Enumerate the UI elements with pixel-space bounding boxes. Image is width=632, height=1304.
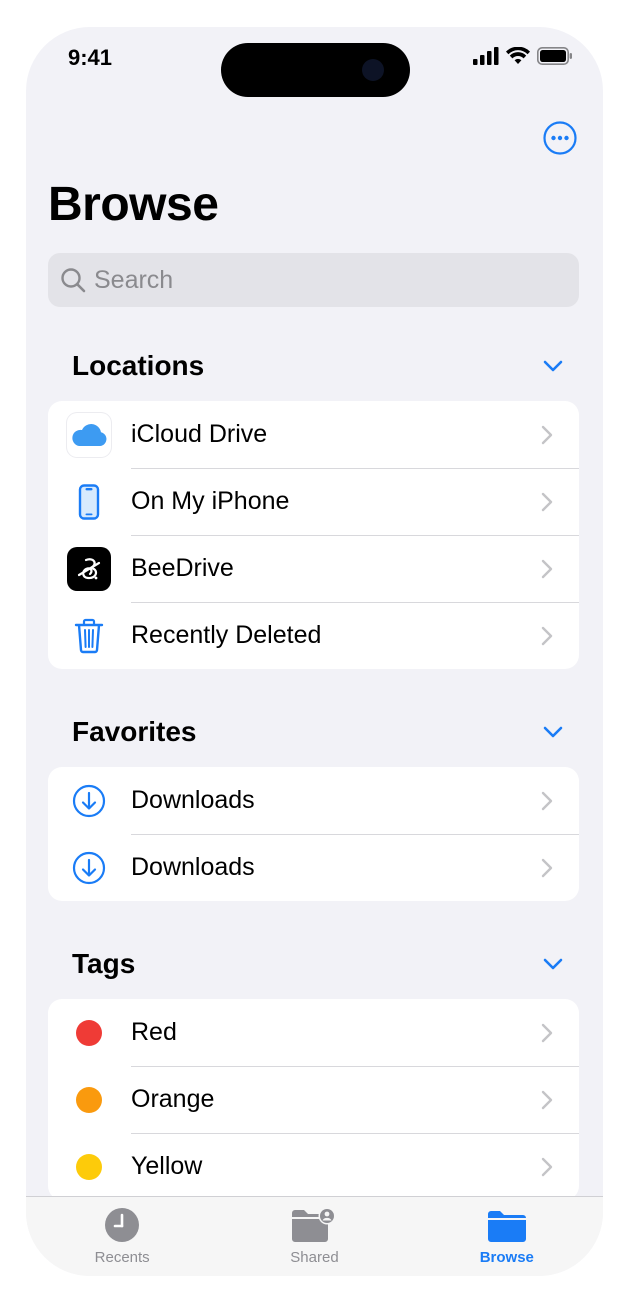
tab-label: Shared bbox=[290, 1249, 339, 1266]
section-title: Locations bbox=[72, 350, 205, 381]
iphone-icon bbox=[67, 480, 111, 524]
locations-list: iCloud Drive On My iPhone BeeDrive Recen… bbox=[48, 401, 579, 669]
chevron-right-icon bbox=[541, 791, 553, 810]
status-icons bbox=[473, 47, 573, 65]
icloud-icon bbox=[67, 412, 111, 457]
chevron-right-icon bbox=[541, 626, 553, 645]
wifi-icon bbox=[506, 47, 530, 64]
chevron-right-icon bbox=[541, 492, 553, 511]
search-placeholder: Search bbox=[94, 265, 174, 294]
row-label: Recently Deleted bbox=[131, 621, 322, 649]
section-title: Tags bbox=[72, 948, 136, 979]
tag-item-red[interactable]: Red bbox=[48, 999, 579, 1066]
page-title: Browse bbox=[48, 178, 219, 231]
chevron-right-icon bbox=[541, 559, 553, 578]
tags-list: Red Orange Yellow bbox=[48, 999, 579, 1200]
chevron-down-icon[interactable] bbox=[543, 958, 563, 970]
tag-color-dot bbox=[76, 1019, 102, 1046]
favorite-item-downloads[interactable]: Downloads bbox=[48, 834, 579, 901]
tab-recents[interactable]: Recents bbox=[26, 1197, 218, 1276]
favorites-list: Downloads Downloads bbox=[48, 767, 579, 901]
tab-bar: Recents Shared Browse bbox=[26, 1196, 603, 1276]
dynamic-island bbox=[221, 43, 410, 97]
search-icon bbox=[61, 268, 86, 293]
shared-folder-icon bbox=[292, 1207, 336, 1242]
tab-shared[interactable]: Shared bbox=[218, 1197, 410, 1276]
row-label: On My iPhone bbox=[131, 487, 290, 515]
locations-header[interactable]: Locations bbox=[72, 346, 579, 386]
phone-screen: 9:41 Browse Search Locations iCloud Driv… bbox=[26, 27, 603, 1276]
cellular-signal-icon bbox=[473, 47, 499, 65]
row-label: Downloads bbox=[131, 853, 255, 881]
section-title: Favorites bbox=[72, 716, 197, 747]
tags-header[interactable]: Tags bbox=[72, 944, 579, 984]
more-options-button[interactable] bbox=[543, 121, 577, 155]
folder-icon bbox=[487, 1211, 526, 1242]
search-field[interactable]: Search bbox=[48, 253, 579, 307]
row-label: BeeDrive bbox=[131, 554, 234, 582]
clock-icon bbox=[105, 1208, 140, 1242]
download-circle-icon bbox=[67, 846, 111, 890]
row-label: Downloads bbox=[131, 786, 255, 814]
chevron-right-icon bbox=[541, 425, 553, 444]
tag-color-dot bbox=[76, 1153, 102, 1180]
chevron-right-icon bbox=[541, 1090, 553, 1109]
location-item-beedrive[interactable]: BeeDrive bbox=[48, 535, 579, 602]
chevron-right-icon bbox=[541, 1023, 553, 1042]
tab-browse[interactable]: Browse bbox=[411, 1197, 603, 1276]
tab-label: Browse bbox=[479, 1249, 534, 1266]
row-label: Red bbox=[131, 1018, 177, 1046]
favorite-item-downloads[interactable]: Downloads bbox=[48, 767, 579, 834]
location-item-recently-deleted[interactable]: Recently Deleted bbox=[48, 602, 579, 669]
row-label: Yellow bbox=[131, 1152, 203, 1180]
camera-icon bbox=[362, 59, 384, 81]
row-label: iCloud Drive bbox=[131, 420, 268, 448]
trash-icon bbox=[67, 614, 111, 658]
status-time: 9:41 bbox=[68, 45, 113, 70]
chevron-down-icon[interactable] bbox=[543, 360, 563, 372]
chevron-down-icon[interactable] bbox=[543, 726, 563, 738]
ellipsis-circle-icon bbox=[543, 121, 577, 155]
tab-label: Recents bbox=[94, 1249, 150, 1266]
location-item-icloud-drive[interactable]: iCloud Drive bbox=[48, 401, 579, 468]
tag-item-yellow[interactable]: Yellow bbox=[48, 1133, 579, 1200]
location-item-on-my-iphone[interactable]: On My iPhone bbox=[48, 468, 579, 535]
tag-item-orange[interactable]: Orange bbox=[48, 1066, 579, 1133]
download-circle-icon bbox=[67, 779, 111, 823]
tag-color-dot bbox=[76, 1086, 102, 1113]
favorites-header[interactable]: Favorites bbox=[72, 712, 579, 752]
battery-icon bbox=[537, 47, 572, 65]
chevron-right-icon bbox=[541, 1157, 553, 1176]
row-label: Orange bbox=[131, 1085, 215, 1113]
chevron-right-icon bbox=[541, 858, 553, 877]
beedrive-icon bbox=[67, 546, 111, 591]
